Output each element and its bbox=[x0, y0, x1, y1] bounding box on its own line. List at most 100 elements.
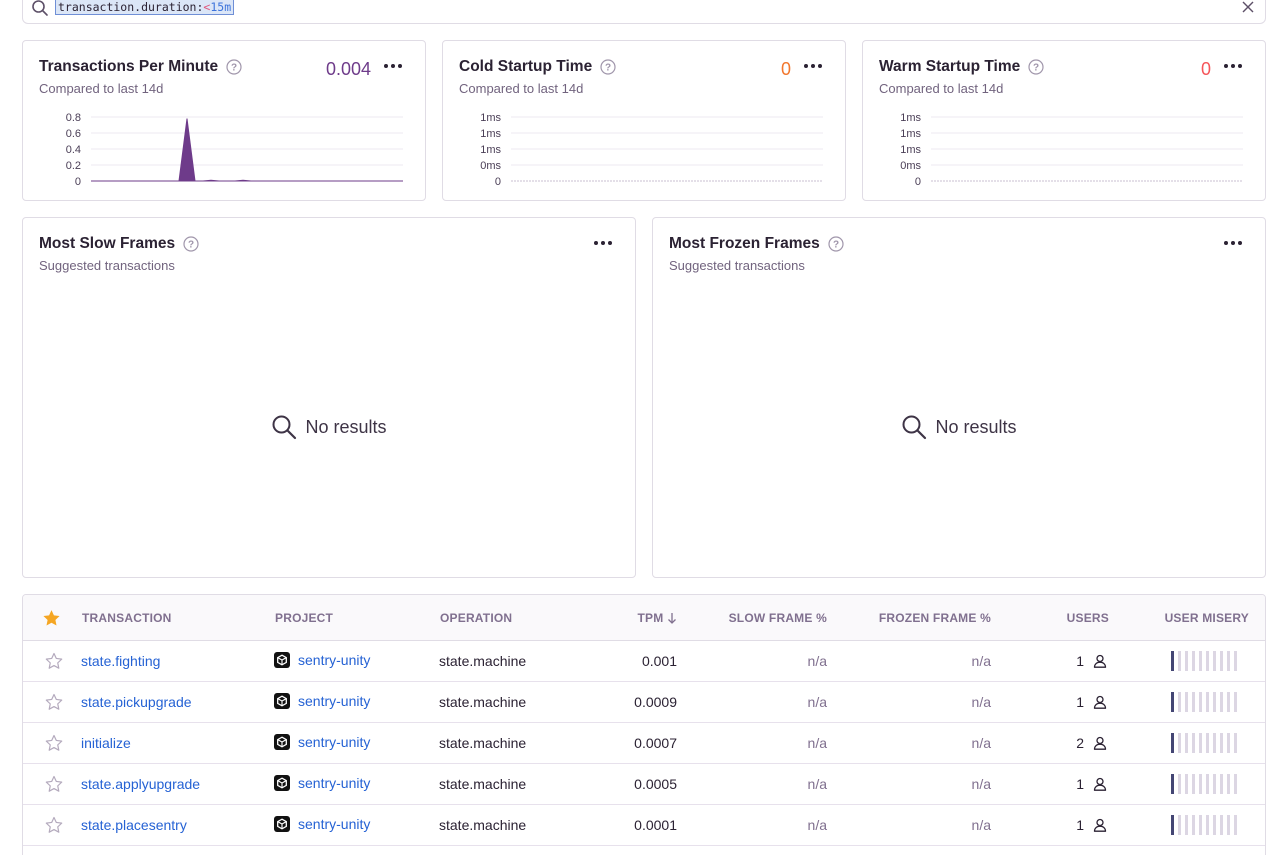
misery-segment bbox=[1171, 733, 1174, 753]
project-cell[interactable]: sentry-unity bbox=[274, 693, 370, 709]
transaction-link[interactable]: initialize bbox=[81, 735, 131, 751]
project-cell[interactable]: sentry-unity bbox=[274, 652, 370, 668]
column-header-tpm[interactable]: TPM bbox=[638, 611, 677, 625]
star-icon[interactable] bbox=[45, 652, 63, 670]
unity-icon bbox=[274, 734, 290, 750]
y-tick-label: 0.8 bbox=[66, 112, 81, 124]
y-tick-label: 1ms bbox=[480, 144, 501, 156]
panel-slow-frames: Most Slow Frames? Suggested transactions… bbox=[22, 217, 636, 578]
widget-value: 0.004 bbox=[325, 59, 371, 79]
tpm-cell: 0.0001 bbox=[634, 817, 677, 833]
user-misery-bar[interactable] bbox=[1171, 815, 1249, 835]
misery-segment bbox=[1206, 692, 1209, 712]
misery-segment bbox=[1199, 651, 1202, 671]
more-options-icon[interactable] bbox=[379, 55, 407, 77]
misery-segment bbox=[1192, 692, 1195, 712]
y-tick-label: 0 bbox=[915, 176, 921, 188]
star-icon[interactable] bbox=[45, 816, 63, 834]
column-header-operation[interactable]: OPERATION bbox=[440, 611, 512, 625]
project-cell[interactable]: sentry-unity bbox=[274, 734, 370, 750]
help-icon[interactable]: ? bbox=[1028, 59, 1044, 75]
widget-cold-startup: Cold Startup Time? Compared to last 14d … bbox=[442, 40, 846, 201]
transaction-link[interactable]: state.fighting bbox=[81, 653, 160, 669]
users-cell: 2 bbox=[1076, 735, 1107, 751]
project-link[interactable]: sentry-unity bbox=[298, 693, 370, 709]
more-options-icon[interactable] bbox=[1219, 232, 1247, 254]
widget-subtitle: Compared to last 14d bbox=[459, 81, 584, 96]
more-options-icon[interactable] bbox=[799, 55, 827, 77]
widget-subtitle: Compared to last 14d bbox=[879, 81, 1004, 96]
table-row: state.fighting sentry-unity state.machine 0… bbox=[23, 641, 1265, 682]
project-link[interactable]: sentry-unity bbox=[298, 816, 370, 832]
search-bar[interactable]: transaction.duration:<15m bbox=[22, 0, 1266, 24]
empty-state: No results bbox=[23, 414, 635, 440]
y-tick-label: 1ms bbox=[900, 144, 921, 156]
column-header-project[interactable]: PROJECT bbox=[275, 611, 333, 625]
column-header-slow-frame[interactable]: SLOW FRAME % bbox=[729, 611, 827, 625]
misery-segment bbox=[1206, 651, 1209, 671]
more-options-icon[interactable] bbox=[589, 232, 617, 254]
misery-segment bbox=[1227, 774, 1230, 794]
table-row: state.pickupgrade sentry-unity state.machi… bbox=[23, 682, 1265, 723]
table-row: state.applyupgrade sentry-unity state.mach… bbox=[23, 764, 1265, 805]
misery-segment bbox=[1171, 692, 1174, 712]
misery-segment bbox=[1199, 692, 1202, 712]
transaction-link[interactable]: state.pickupgrade bbox=[81, 694, 192, 710]
close-icon[interactable] bbox=[1241, 0, 1255, 14]
empty-state-text: No results bbox=[305, 416, 387, 437]
search-token[interactable]: transaction.duration:<15m bbox=[55, 0, 235, 15]
misery-segment bbox=[1213, 815, 1216, 835]
misery-segment bbox=[1213, 651, 1216, 671]
help-icon[interactable]: ? bbox=[226, 59, 242, 75]
unity-icon bbox=[274, 775, 290, 791]
panel-title-text: Most Frozen Frames bbox=[669, 235, 820, 252]
star-icon[interactable] bbox=[45, 775, 63, 793]
help-icon[interactable]: ? bbox=[600, 59, 616, 75]
misery-segment bbox=[1227, 733, 1230, 753]
star-icon[interactable] bbox=[45, 693, 63, 711]
y-tick-label: 1ms bbox=[900, 128, 921, 140]
misery-segment bbox=[1192, 774, 1195, 794]
widget-warm-startup: Warm Startup Time? Compared to last 14d … bbox=[862, 40, 1266, 201]
empty-state: No results bbox=[653, 414, 1265, 440]
star-filled-icon[interactable] bbox=[42, 609, 61, 627]
user-misery-bar[interactable] bbox=[1171, 692, 1249, 712]
slow-frame-cell: n/a bbox=[807, 817, 827, 833]
project-link[interactable]: sentry-unity bbox=[298, 775, 370, 791]
project-link[interactable]: sentry-unity bbox=[298, 734, 370, 750]
panel-frozen-frames: Most Frozen Frames? Suggested transactio… bbox=[652, 217, 1266, 578]
warm-startup-chart: 1ms 1ms 1ms 0ms 0 bbox=[900, 112, 1243, 188]
cold-startup-chart: 1ms 1ms 1ms 0ms 0 bbox=[480, 112, 823, 188]
misery-segment bbox=[1199, 774, 1202, 794]
empty-state-text: No results bbox=[935, 416, 1017, 437]
misery-segment bbox=[1192, 651, 1195, 671]
widget-title: Transactions Per Minute? bbox=[39, 58, 242, 76]
star-icon[interactable] bbox=[45, 734, 63, 752]
panel-title: Most Slow Frames? bbox=[39, 235, 199, 253]
more-options-icon[interactable] bbox=[1219, 55, 1247, 77]
misery-segment bbox=[1220, 815, 1223, 835]
project-link[interactable]: sentry-unity bbox=[298, 652, 370, 668]
column-header-user-misery[interactable]: USER MISERY bbox=[1165, 611, 1249, 625]
users-cell: 1 bbox=[1076, 653, 1107, 669]
table-row: initialize sentry-unity state.machine 0.000… bbox=[23, 723, 1265, 764]
project-cell[interactable]: sentry-unity bbox=[274, 816, 370, 832]
misery-segment bbox=[1234, 774, 1237, 794]
help-icon[interactable]: ? bbox=[183, 236, 199, 252]
project-cell[interactable]: sentry-unity bbox=[274, 775, 370, 791]
user-icon bbox=[1093, 818, 1107, 832]
operation-cell: state.machine bbox=[439, 694, 527, 710]
user-misery-bar[interactable] bbox=[1171, 774, 1249, 794]
tpm-cell: 0.001 bbox=[641, 653, 677, 669]
help-icon[interactable]: ? bbox=[828, 236, 844, 252]
user-misery-bar[interactable] bbox=[1171, 651, 1249, 671]
widget-tpm: Transactions Per Minute? Compared to las… bbox=[22, 40, 426, 201]
frozen-frame-cell: n/a bbox=[971, 776, 991, 792]
column-header-transaction[interactable]: TRANSACTION bbox=[82, 611, 172, 625]
slow-frame-cell: n/a bbox=[807, 694, 827, 710]
transaction-link[interactable]: state.placesentry bbox=[81, 817, 187, 833]
user-misery-bar[interactable] bbox=[1171, 733, 1249, 753]
column-header-users[interactable]: USERS bbox=[1067, 611, 1109, 625]
column-header-frozen-frame[interactable]: FROZEN FRAME % bbox=[879, 611, 991, 625]
transaction-link[interactable]: state.applyupgrade bbox=[81, 776, 200, 792]
